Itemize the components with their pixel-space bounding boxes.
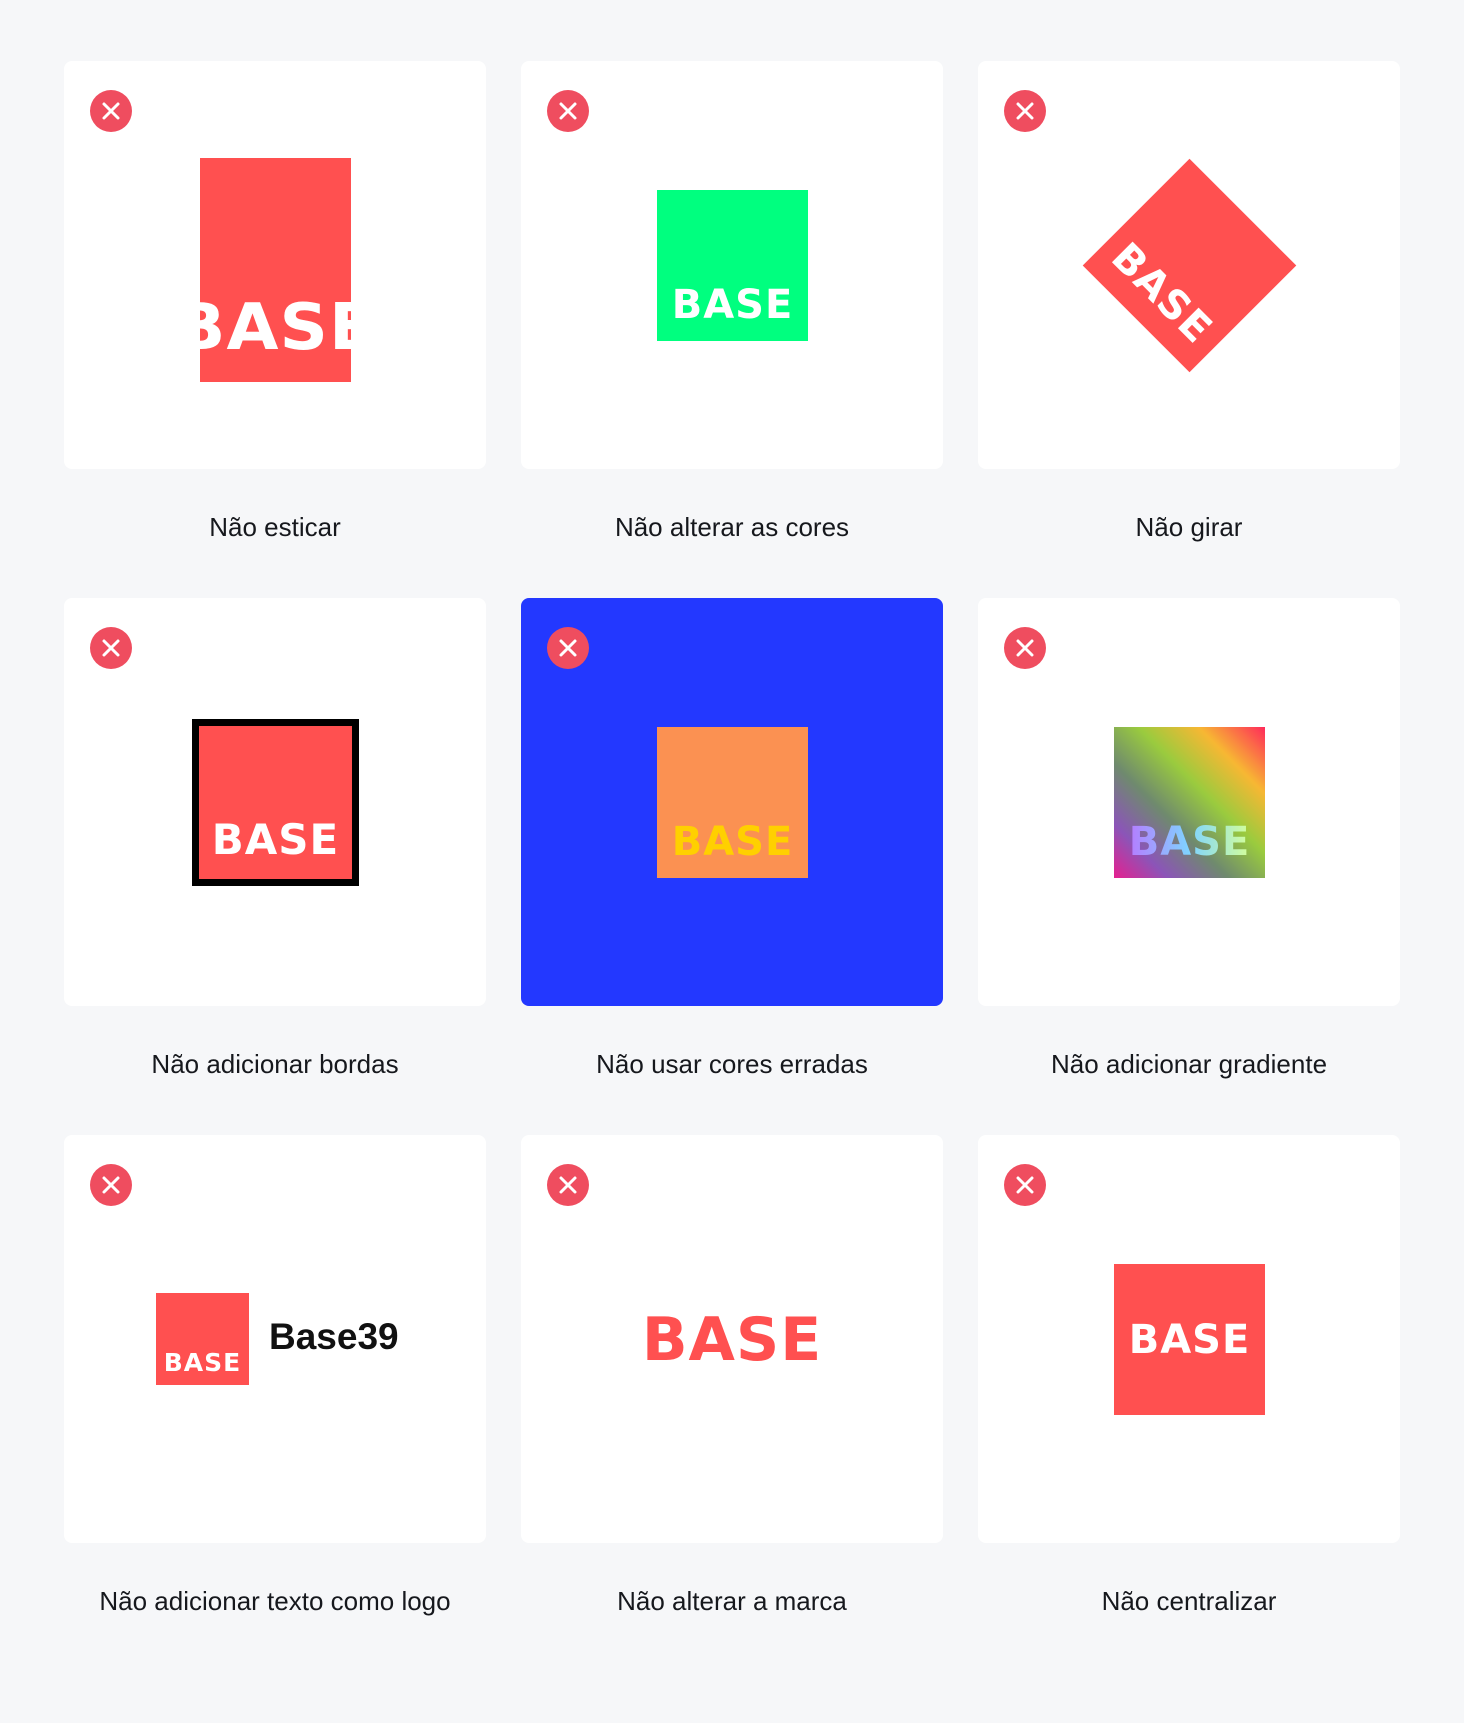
example-caption: Não girar — [1135, 512, 1243, 542]
example-no-brand-change: BASE Não alterar a marca — [521, 1135, 943, 1621]
logo-wordmark: BASE — [200, 291, 351, 365]
close-icon — [559, 1176, 577, 1194]
logo-wordmark: BASE — [671, 282, 794, 328]
gradient-logo: BASE — [1114, 727, 1265, 878]
example-caption: Não alterar as cores — [614, 512, 850, 542]
example-card: BASE — [64, 61, 486, 469]
logo-wordmark: BASE — [1128, 1316, 1251, 1363]
example-no-color-change: BASE Não alterar as cores — [521, 61, 943, 547]
centered-logo: BASE — [1114, 1264, 1265, 1415]
example-card: BASE — [521, 1135, 943, 1543]
example-caption: Não esticar — [209, 512, 341, 542]
error-badge — [547, 627, 589, 669]
error-badge — [90, 627, 132, 669]
example-no-wrong-colors: BASE Não usar cores erradas — [521, 598, 943, 1084]
example-card: BASE — [521, 598, 943, 1006]
close-icon — [102, 102, 120, 120]
close-icon — [1016, 639, 1034, 657]
error-badge — [90, 90, 132, 132]
example-caption: Não alterar a marca — [617, 1586, 847, 1616]
logo-wordmark: BASE — [641, 1305, 823, 1375]
logo-wordmark: BASE — [1102, 234, 1221, 353]
error-badge — [547, 90, 589, 132]
wordmark-only: BASE — [521, 1310, 943, 1370]
example-card: BASE — [978, 61, 1400, 469]
close-icon — [559, 102, 577, 120]
bordered-logo: BASE — [192, 719, 359, 886]
example-no-stretch: BASE Não esticar — [64, 61, 486, 547]
green-logo: BASE — [657, 190, 808, 341]
wrong-colors-logo: BASE — [657, 727, 808, 878]
example-card: BASE — [521, 61, 943, 469]
rotated-logo: BASE — [1082, 158, 1297, 373]
example-caption: Não usar cores erradas — [596, 1049, 868, 1079]
example-card: BASE — [64, 598, 486, 1006]
close-icon — [1016, 102, 1034, 120]
example-no-center: BASE Não centralizar — [978, 1135, 1400, 1621]
close-icon — [102, 1176, 120, 1194]
example-no-gradient: BASE Não adicionar gradiente — [978, 598, 1400, 1084]
error-badge — [1004, 90, 1046, 132]
example-card: BASE — [978, 598, 1400, 1006]
error-badge — [1004, 627, 1046, 669]
logo-wordmark: BASE — [671, 819, 794, 865]
example-no-borders: BASE Não adicionar bordas — [64, 598, 486, 1084]
example-no-text-logo: BASE Base39 Não adicionar texto como log… — [64, 1135, 486, 1621]
error-badge — [1004, 1164, 1046, 1206]
close-icon — [102, 639, 120, 657]
close-icon — [1016, 1176, 1034, 1194]
example-caption: Não adicionar gradiente — [1050, 1049, 1328, 1079]
example-caption: Não centralizar — [1101, 1586, 1277, 1616]
stretched-logo: BASE — [200, 158, 351, 382]
logo-wordmark: BASE — [163, 1348, 242, 1377]
logo-wordmark: BASE — [211, 815, 340, 864]
example-card: BASE Base39 — [64, 1135, 486, 1543]
logo-text: Base39 — [269, 1316, 399, 1357]
small-logo: BASE — [156, 1293, 249, 1385]
close-icon — [559, 639, 577, 657]
example-no-rotate: BASE Não girar — [978, 61, 1400, 547]
logo-wordmark: BASE — [1128, 819, 1251, 865]
error-badge — [547, 1164, 589, 1206]
example-caption: Não adicionar bordas — [151, 1049, 399, 1079]
error-badge — [90, 1164, 132, 1206]
example-card: BASE — [978, 1135, 1400, 1543]
example-caption: Não adicionar texto como logo — [99, 1586, 451, 1616]
